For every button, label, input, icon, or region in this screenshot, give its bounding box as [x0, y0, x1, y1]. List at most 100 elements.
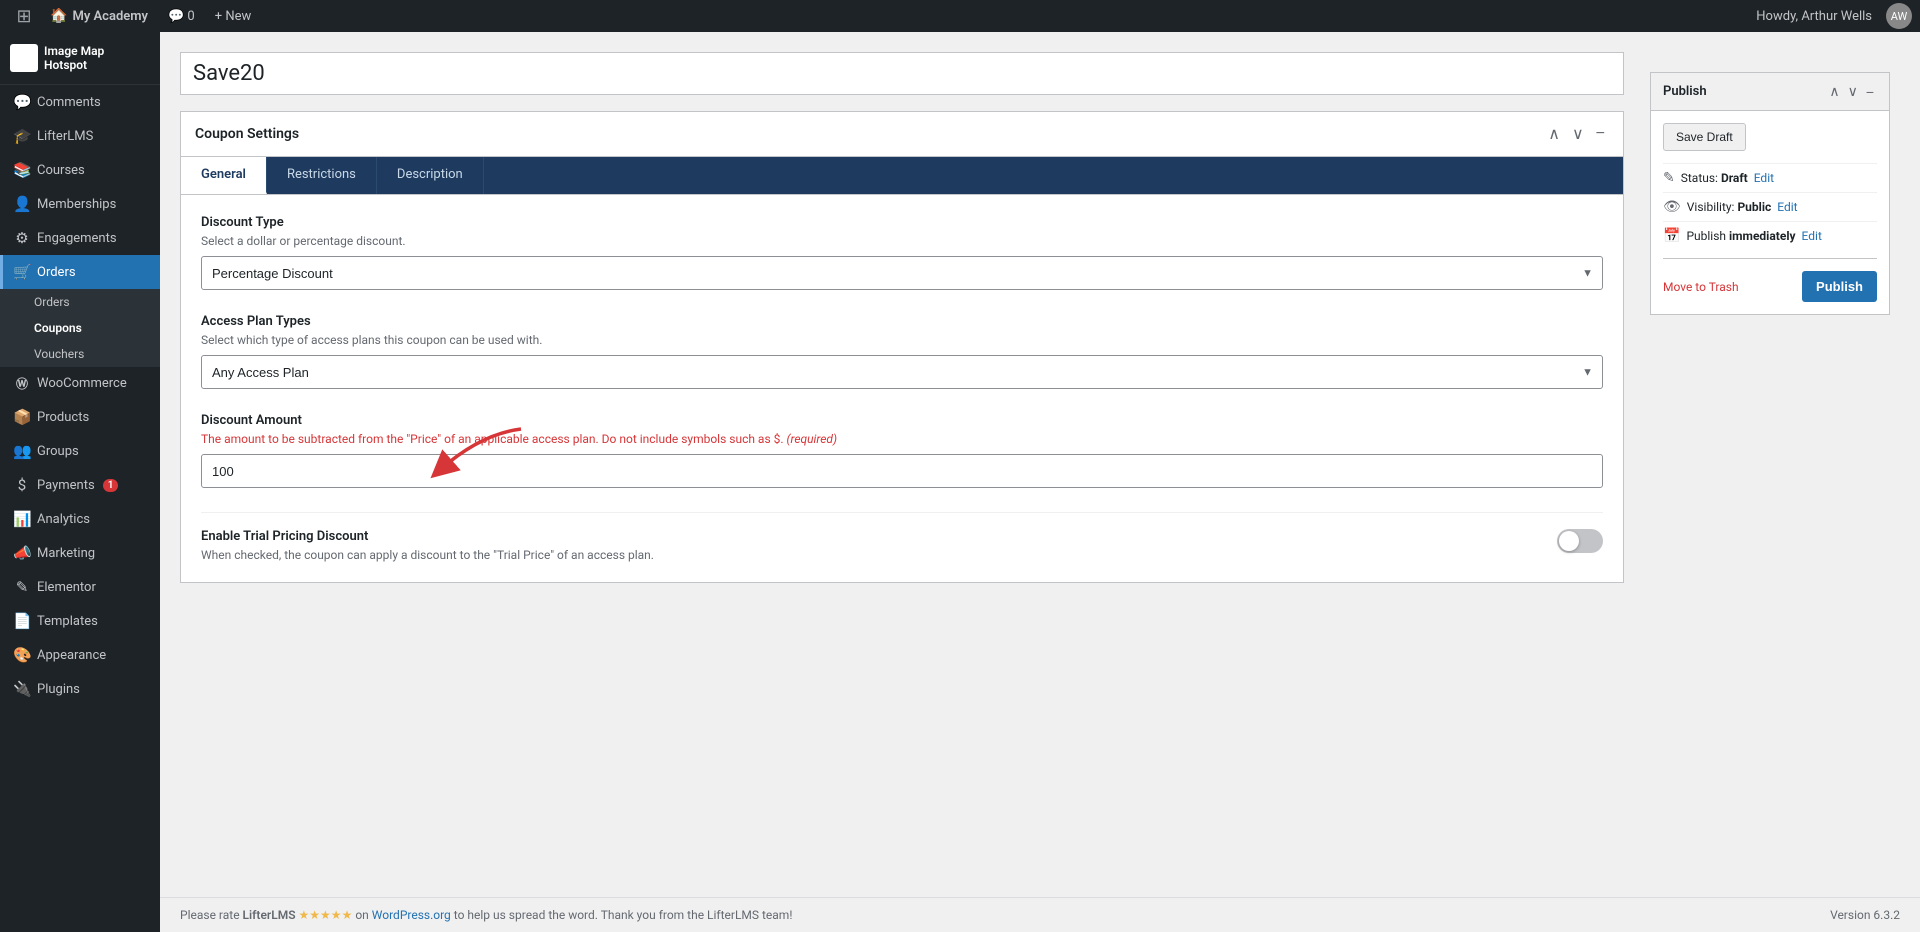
sidebar-item-templates[interactable]: 📄 Templates	[0, 604, 160, 638]
publish-panel: Publish ∧ ∨ − Save Draft	[1650, 72, 1890, 315]
trial-pricing-desc: When checked, the coupon can apply a dis…	[201, 548, 654, 562]
access-plan-select[interactable]: Any Access Plan Recurring Access Plan On…	[201, 355, 1603, 389]
sidebar-item-plugins[interactable]: 🔌 Plugins	[0, 672, 160, 706]
publish-button[interactable]: Publish	[1802, 271, 1877, 302]
visibility-icon: 👁	[1663, 199, 1681, 215]
brand-icon: ⊞	[10, 44, 38, 72]
sidebar-item-woocommerce[interactable]: Ⓦ WooCommerce	[0, 367, 160, 400]
sidebar-item-orders[interactable]: 🛒 Orders	[0, 255, 160, 289]
discount-type-select[interactable]: Percentage Discount Dollar Discount	[201, 256, 1603, 290]
home-icon: 🏠	[50, 8, 67, 24]
access-plan-select-wrapper: Any Access Plan Recurring Access Plan On…	[201, 355, 1603, 389]
panel-header: Coupon Settings ∧ ∨ −	[181, 112, 1623, 157]
panel-title: Coupon Settings	[195, 126, 299, 142]
sidebar-item-elementor[interactable]: ✎ Elementor	[0, 570, 160, 604]
analytics-icon: 📊	[13, 510, 31, 528]
tab-description[interactable]: Description	[377, 157, 484, 194]
sidebar-submenu-orders-link[interactable]: Orders	[0, 289, 160, 315]
payments-icon: $	[13, 476, 31, 494]
publish-timing-edit-link[interactable]: Edit	[1802, 229, 1822, 243]
woocommerce-icon: Ⓦ	[13, 375, 31, 392]
sidebar-item-comments[interactable]: 💬 Comments	[0, 85, 160, 119]
sidebar-item-marketing[interactable]: 📣 Marketing	[0, 536, 160, 570]
footer-version: Version 6.3.2	[1830, 908, 1900, 922]
admin-bar-new[interactable]: + New	[205, 0, 262, 32]
publish-close-btn[interactable]: −	[1863, 82, 1877, 102]
orders-icon: 🛒	[13, 263, 31, 281]
discount-amount-input-row	[201, 454, 1603, 488]
templates-icon: 📄	[13, 612, 31, 630]
access-plan-types-group: Access Plan Types Select which type of a…	[201, 314, 1603, 389]
plugins-icon: 🔌	[13, 680, 31, 698]
publish-collapse-down-btn[interactable]: ∨	[1845, 81, 1861, 102]
sidebar-item-payments[interactable]: $ Payments 1	[0, 468, 160, 502]
admin-bar-howdy: Howdy, Arthur Wells	[1746, 9, 1882, 24]
tabs-bar: General Restrictions Description	[181, 157, 1623, 195]
footer-rate-text: Please rate LifterLMS ★★★★★ on WordPress…	[180, 908, 792, 922]
comment-icon: 💬	[168, 9, 184, 24]
panel-collapse-down-btn[interactable]: ∨	[1568, 122, 1588, 146]
courses-icon: 📚	[13, 161, 31, 179]
content-inner: Save20 Coupon Settings ∧ ∨ −	[160, 32, 1920, 897]
trial-pricing-label-area: Enable Trial Pricing Discount When check…	[201, 529, 654, 562]
footer-wporg-link[interactable]: WordPress.org	[372, 908, 454, 922]
move-to-trash-link[interactable]: Move to Trash	[1663, 280, 1739, 294]
sidebar-submenu-coupons-link[interactable]: Coupons	[0, 315, 160, 341]
footer-brand: LifterLMS	[243, 908, 296, 922]
save-draft-button[interactable]: Save Draft	[1663, 123, 1746, 151]
page-footer: Please rate LifterLMS ★★★★★ on WordPress…	[160, 897, 1920, 932]
sidebar-item-courses[interactable]: 📚 Courses	[0, 153, 160, 187]
sidebar-item-analytics[interactable]: 📊 Analytics	[0, 502, 160, 536]
appearance-icon: 🎨	[13, 646, 31, 664]
publish-panel-title: Publish	[1663, 84, 1707, 99]
access-plan-desc: Select which type of access plans this c…	[201, 333, 1603, 347]
sidebar-item-appearance[interactable]: 🎨 Appearance	[0, 638, 160, 672]
publish-panel-body: Save Draft ✎ Status: Draft Edit	[1651, 111, 1889, 314]
sidebar-submenu-orders: Orders Coupons Vouchers	[0, 289, 160, 367]
panel-collapse-up-btn[interactable]: ∧	[1544, 122, 1564, 146]
trial-pricing-toggle-row: Enable Trial Pricing Discount When check…	[201, 512, 1603, 562]
sidebar-item-engagements[interactable]: ⚙ Engagements	[0, 221, 160, 255]
panel-close-btn[interactable]: −	[1592, 123, 1609, 145]
visibility-edit-link[interactable]: Edit	[1777, 200, 1797, 214]
admin-bar-site[interactable]: 🏠 My Academy	[40, 0, 158, 32]
discount-type-select-wrapper: Percentage Discount Dollar Discount ▼	[201, 256, 1603, 290]
sidebar-item-groups[interactable]: 👥 Groups	[0, 434, 160, 468]
sidebar-item-products[interactable]: 📦 Products	[0, 400, 160, 434]
tab-restrictions[interactable]: Restrictions	[267, 157, 377, 194]
status-icon: ✎	[1663, 170, 1675, 186]
payments-badge: 1	[103, 479, 119, 492]
avatar[interactable]: AW	[1886, 3, 1912, 29]
comments-icon: 💬	[13, 93, 31, 111]
trial-pricing-label: Enable Trial Pricing Discount	[201, 529, 654, 544]
discount-amount-desc: The amount to be subtracted from the "Pr…	[201, 432, 1603, 446]
panel-controls: ∧ ∨ −	[1544, 122, 1609, 146]
tab-general[interactable]: General	[181, 157, 267, 194]
coupon-settings-panel: Coupon Settings ∧ ∨ − General	[180, 111, 1624, 583]
publish-status-row: ✎ Status: Draft Edit	[1663, 163, 1877, 192]
calendar-icon: 📅	[1663, 228, 1680, 244]
toggle-track	[1557, 529, 1603, 553]
sidebar-item-memberships[interactable]: 👤 Memberships	[0, 187, 160, 221]
sidebar-item-lifterlms[interactable]: 🎓 LifterLMS	[0, 119, 160, 153]
admin-bar-comments[interactable]: 💬 0	[158, 0, 205, 32]
trial-pricing-toggle[interactable]	[1557, 529, 1603, 553]
right-sidebar: Publish ∧ ∨ − Save Draft	[1640, 52, 1900, 335]
sidebar-brand: ⊞ Image Map Hotspot	[0, 32, 160, 85]
publish-visibility-row: 👁 Visibility: Public Edit	[1663, 192, 1877, 221]
toggle-thumb	[1559, 531, 1579, 551]
discount-amount-input[interactable]	[201, 454, 1603, 488]
sidebar-submenu-vouchers-link[interactable]: Vouchers	[0, 341, 160, 367]
wp-logo-icon[interactable]: ⊞	[8, 0, 40, 32]
groups-icon: 👥	[13, 442, 31, 460]
publish-collapse-up-btn[interactable]: ∧	[1826, 81, 1842, 102]
coupon-title: Save20	[193, 61, 265, 86]
publish-actions: Move to Trash Publish	[1663, 258, 1877, 302]
status-edit-link[interactable]: Edit	[1754, 171, 1774, 185]
admin-bar: ⊞ 🏠 My Academy 💬 0 + New Howdy, Arthur W…	[0, 0, 1920, 32]
discount-type-group: Discount Type Select a dollar or percent…	[201, 215, 1603, 290]
discount-type-label: Discount Type	[201, 215, 1603, 230]
discount-amount-label: Discount Amount	[201, 413, 1603, 428]
coupon-title-box: Save20	[180, 52, 1624, 95]
access-plan-label: Access Plan Types	[201, 314, 1603, 329]
